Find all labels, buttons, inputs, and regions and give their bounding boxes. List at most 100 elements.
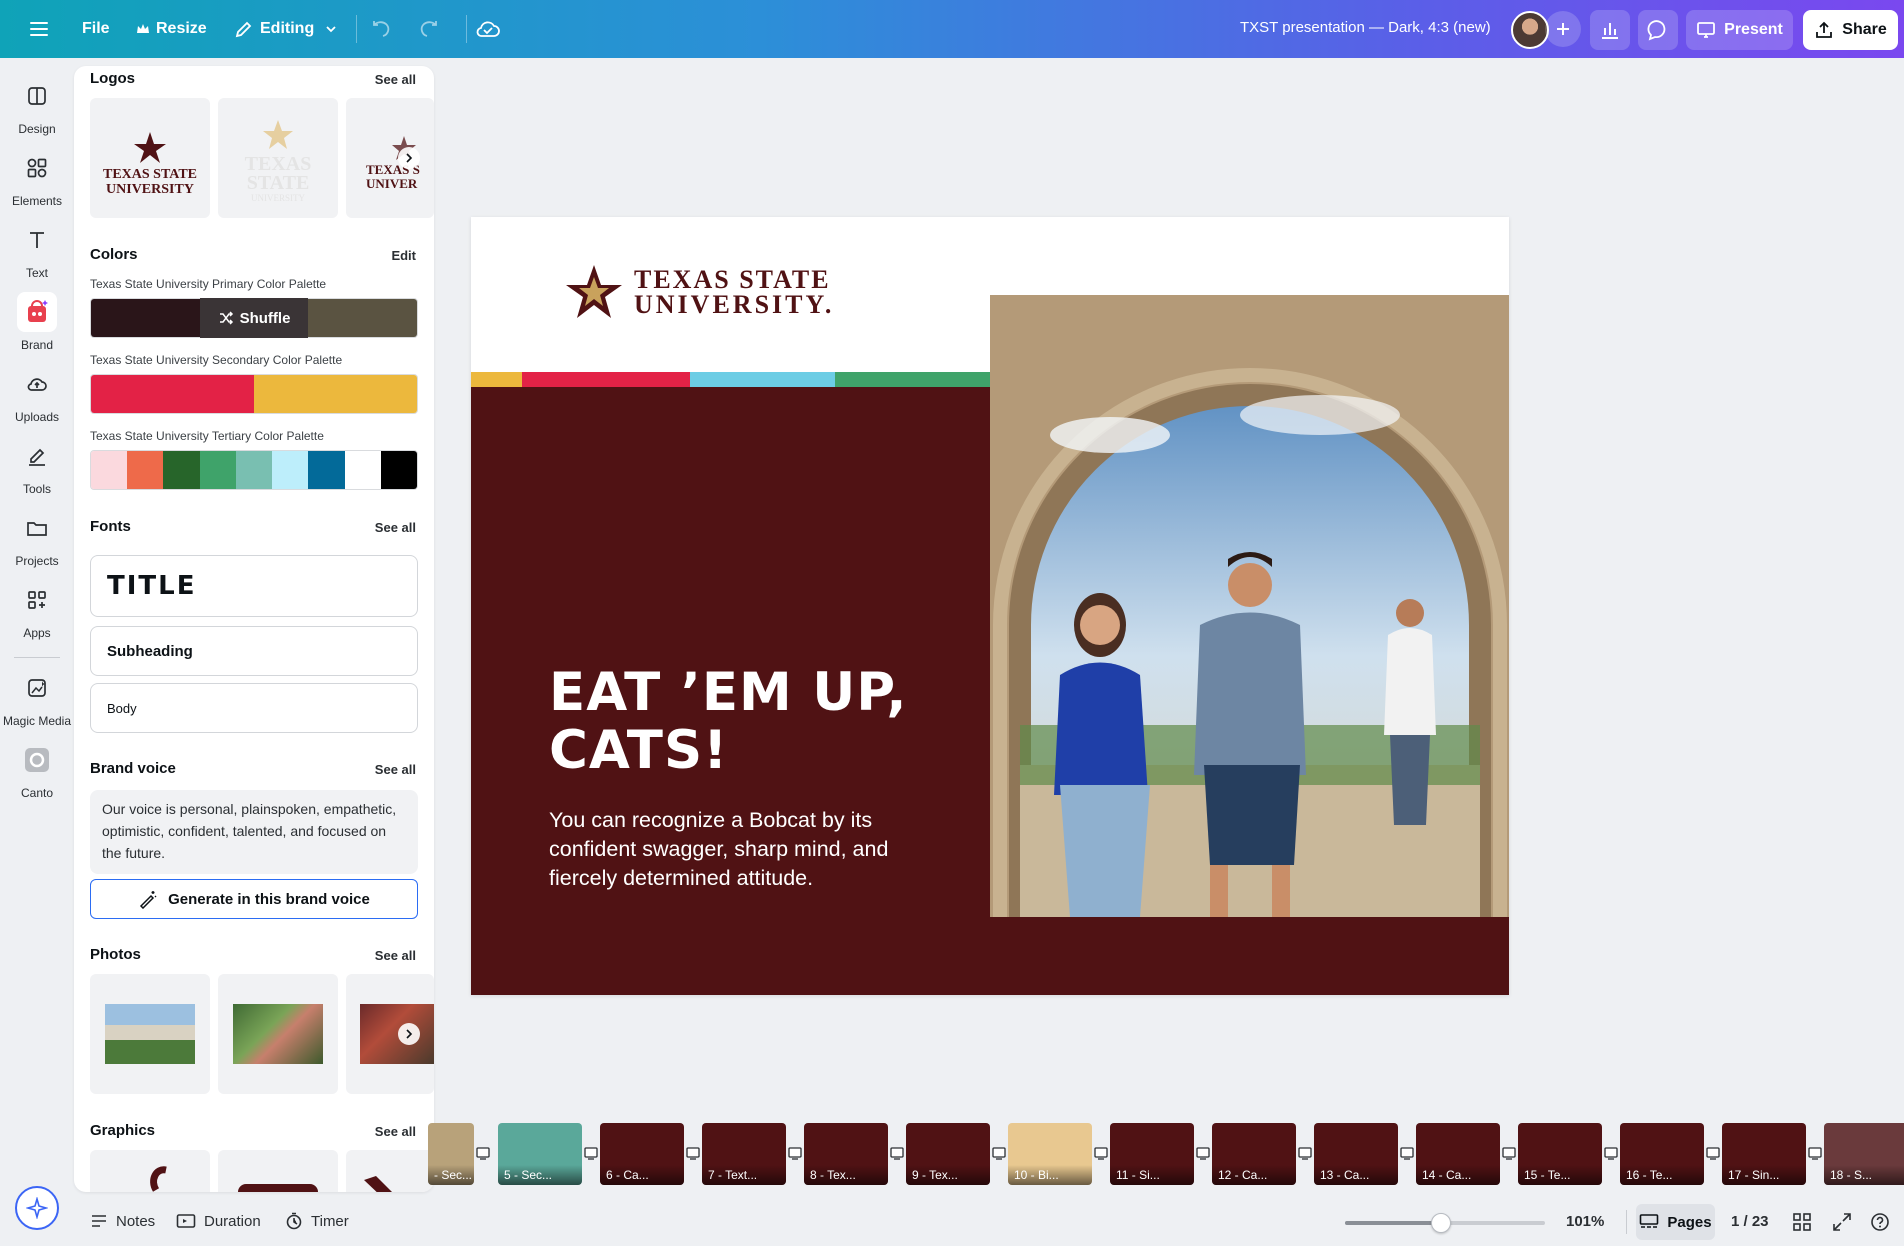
shuffle-button[interactable]: Shuffle [200,298,308,338]
photos-next-button[interactable] [398,1023,420,1045]
photo-tile[interactable] [90,974,210,1094]
zoom-slider-handle[interactable] [1431,1213,1451,1233]
transition-icon[interactable] [583,1145,599,1161]
slide-body-text[interactable]: You can recognize a Bobcat by its confid… [549,806,949,893]
transition-icon[interactable] [1399,1145,1415,1161]
graphic-tile[interactable] [346,1150,434,1192]
logo-tile[interactable]: TEXAS STATE UNIVERSITY [90,98,210,218]
page-thumbnail[interactable]: 16 - Te... [1620,1123,1704,1185]
rail-item-elements[interactable]: Elements [0,148,74,208]
color-swatch[interactable] [272,451,309,489]
transition-icon[interactable] [1501,1145,1517,1161]
students-photo[interactable] [990,295,1509,917]
photo-tile[interactable] [218,974,338,1094]
slide-heading[interactable]: EAT ’EM UP, CATS! [549,664,949,780]
colors-edit-link[interactable]: Edit [391,248,416,263]
rail-item-projects[interactable]: Projects [0,508,74,568]
graphic-tile[interactable] [90,1150,210,1192]
page-thumbnail[interactable]: 14 - Ca... [1416,1123,1500,1185]
editing-dropdown[interactable]: Editing [222,9,356,49]
color-swatch[interactable] [163,451,200,489]
logos-next-button[interactable] [398,147,420,169]
page-thumbnail[interactable]: 15 - Te... [1518,1123,1602,1185]
secondary-palette[interactable] [90,374,418,414]
logo-tile[interactable]: TEXAS STATE UNIVERSITY [218,98,338,218]
invite-button[interactable] [1545,11,1581,47]
logos-see-all-link[interactable]: See all [375,72,416,87]
font-subheading-sample[interactable]: Subheading [90,626,418,676]
insights-button[interactable] [1590,10,1630,50]
logo-tile[interactable]: TEXAS S UNIVER [346,98,434,218]
page-thumbnail[interactable]: 12 - Ca... [1212,1123,1296,1185]
undo-button[interactable] [370,17,394,46]
rail-item-text[interactable]: Text [0,220,74,280]
rail-item-brand[interactable]: Brand [0,292,74,352]
page-thumbnail[interactable]: 6 - Ca... [600,1123,684,1185]
fullscreen-button[interactable] [1832,1212,1852,1237]
rail-item-tools[interactable]: Tools [0,436,74,496]
document-title[interactable]: TXST presentation — Dark, 4:3 (new) [1240,19,1491,36]
transition-icon[interactable] [787,1145,803,1161]
duration-button[interactable]: Duration [176,1212,261,1230]
page-thumbnail[interactable]: 5 - Sec... [498,1123,582,1185]
color-swatch[interactable] [91,451,128,489]
graphic-tile[interactable] [218,1150,338,1192]
page-thumbnail[interactable]: 13 - Ca... [1314,1123,1398,1185]
transition-icon[interactable] [1807,1145,1823,1161]
color-swatch[interactable] [91,375,254,413]
avatar[interactable] [1511,11,1549,49]
menu-button[interactable] [20,9,64,49]
notes-button[interactable]: Notes [90,1212,155,1230]
fonts-see-all-link[interactable]: See all [375,520,416,535]
transition-icon[interactable] [1705,1145,1721,1161]
generate-brand-voice-button[interactable]: Generate in this brand voice [90,879,418,919]
transition-icon[interactable] [475,1145,491,1161]
transition-icon[interactable] [1093,1145,1109,1161]
graphics-see-all-link[interactable]: See all [375,1124,416,1139]
color-swatch[interactable] [380,451,417,489]
transition-icon[interactable] [1195,1145,1211,1161]
rail-item-uploads[interactable]: Uploads [0,364,74,424]
page-thumbnail[interactable]: 17 - Sin... [1722,1123,1806,1185]
color-swatch[interactable] [308,451,345,489]
share-button[interactable]: Share [1803,10,1898,50]
rail-item-design[interactable]: Design [0,76,74,136]
page-thumbnail[interactable]: 7 - Text... [702,1123,786,1185]
font-title-sample[interactable]: TITLE [90,555,418,617]
color-swatch[interactable] [91,299,200,337]
color-swatch[interactable] [254,375,417,413]
page-thumbnail[interactable]: 8 - Tex... [804,1123,888,1185]
rail-item-apps[interactable]: Apps [0,580,74,640]
page-thumbnail[interactable]: 18 - S... [1824,1123,1904,1185]
zoom-slider[interactable] [1345,1213,1545,1233]
present-button[interactable]: Present [1686,10,1793,50]
slide-canvas[interactable]: TEXAS STATE UNIVERSITY. EAT ’EM UP, CATS… [471,217,1509,995]
page-thumbnail[interactable]: 11 - Si... [1110,1123,1194,1185]
transition-icon[interactable] [685,1145,701,1161]
photo-tile[interactable] [346,974,434,1094]
color-swatch[interactable] [344,451,381,489]
page-thumbnail[interactable]: 10 - Bi... [1008,1123,1092,1185]
page-thumbnail[interactable]: 9 - Tex... [906,1123,990,1185]
photos-see-all-link[interactable]: See all [375,948,416,963]
transition-icon[interactable] [1603,1145,1619,1161]
brand-voice-see-all-link[interactable]: See all [375,762,416,777]
pages-button[interactable]: Pages [1636,1204,1715,1240]
help-button[interactable] [1870,1212,1890,1237]
redo-button[interactable] [416,17,440,46]
zoom-level[interactable]: 101% [1566,1213,1604,1230]
transition-icon[interactable] [991,1145,1007,1161]
color-swatch[interactable] [308,299,417,337]
color-swatch[interactable] [235,451,273,489]
font-body-sample[interactable]: Body [90,683,418,733]
resize-button[interactable]: Resize [124,9,219,49]
slide-logo[interactable]: TEXAS STATE UNIVERSITY. [564,263,834,323]
grid-view-button[interactable] [1792,1212,1812,1237]
file-menu[interactable]: File [70,9,122,49]
page-thumbnail[interactable]: - Sec... [428,1123,474,1185]
timer-button[interactable]: Timer [285,1212,349,1230]
save-status-button[interactable] [475,17,501,46]
color-swatch[interactable] [127,451,164,489]
transition-icon[interactable] [1297,1145,1313,1161]
transition-icon[interactable] [889,1145,905,1161]
